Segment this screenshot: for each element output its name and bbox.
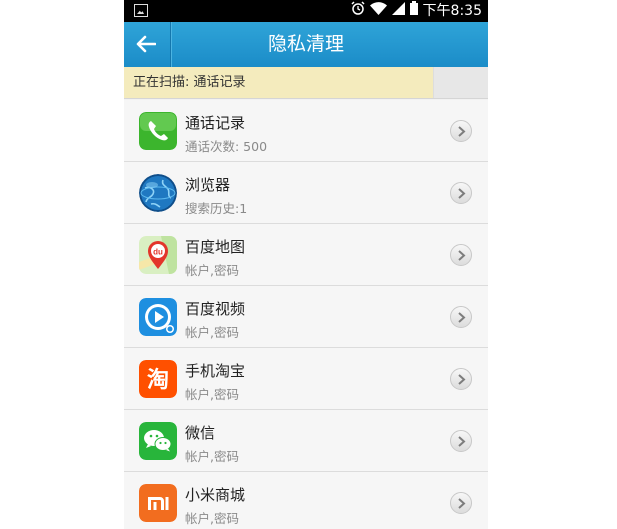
item-detail: 搜索历史:1 — [185, 201, 248, 216]
item-detail: 帐户,密码 — [185, 263, 239, 278]
browser-globe-icon — [139, 174, 177, 212]
chevron-right-icon[interactable] — [450, 492, 472, 514]
item-name: 浏览器 — [185, 176, 231, 194]
svg-text:du: du — [153, 248, 163, 257]
item-name: 手机淘宝 — [185, 362, 246, 380]
chevron-right-icon[interactable] — [450, 120, 472, 142]
status-time: 下午8:35 — [422, 3, 482, 19]
list-item[interactable]: 通话记录 通话次数: 500 — [124, 100, 488, 162]
list-item[interactable]: 小米商城 帐户,密码 — [124, 472, 488, 529]
title-bar: 隐私清理 — [124, 22, 488, 67]
list-item[interactable]: 微信 帐户,密码 — [124, 410, 488, 472]
scan-progress-bar: 正在扫描: 通话记录 — [124, 67, 488, 99]
baidu-video-icon — [139, 298, 177, 336]
wechat-icon — [139, 422, 177, 460]
item-name: 微信 — [185, 424, 216, 442]
item-name: 百度地图 — [185, 238, 246, 256]
taobao-icon: 淘 — [139, 360, 177, 398]
phone-icon — [139, 112, 177, 150]
list-item[interactable]: du 百度地图 帐户,密码 — [124, 224, 488, 286]
item-detail: 帐户,密码 — [185, 449, 239, 464]
wifi-icon — [369, 1, 387, 21]
chevron-right-icon[interactable] — [450, 182, 472, 204]
chevron-right-icon[interactable] — [450, 306, 472, 328]
item-name: 百度视频 — [185, 300, 246, 318]
list-item[interactable]: 浏览器 搜索历史:1 — [124, 162, 488, 224]
picture-icon — [134, 4, 148, 17]
chevron-right-icon[interactable] — [450, 430, 472, 452]
list-item[interactable]: 淘 手机淘宝 帐户,密码 — [124, 348, 488, 410]
chevron-right-icon[interactable] — [450, 244, 472, 266]
battery-icon — [409, 1, 418, 21]
item-detail: 通话次数: 500 — [185, 139, 268, 154]
signal-icon — [391, 1, 405, 21]
item-name: 通话记录 — [185, 114, 246, 132]
phone-screen: 下午8:35 隐私清理 正在扫描: 通话记录 通话记录 通话次数: 500 浏览 — [124, 0, 488, 529]
item-detail: 帐户,密码 — [185, 325, 239, 340]
scan-status-text: 正在扫描: 通话记录 — [133, 75, 246, 90]
svg-text:淘: 淘 — [147, 367, 169, 393]
page-title: 隐私清理 — [267, 33, 344, 55]
baidu-map-icon: du — [139, 236, 177, 274]
item-name: 小米商城 — [185, 486, 246, 504]
privacy-item-list: 通话记录 通话次数: 500 浏览器 搜索历史:1 du 百度地图 帐户,密码 … — [124, 100, 488, 529]
mi-store-icon — [139, 484, 177, 522]
item-detail: 帐户,密码 — [185, 511, 239, 526]
alarm-icon — [351, 1, 365, 21]
status-bar: 下午8:35 — [124, 0, 488, 22]
list-item[interactable]: 百度视频 帐户,密码 — [124, 286, 488, 348]
item-detail: 帐户,密码 — [185, 387, 239, 402]
chevron-right-icon[interactable] — [450, 368, 472, 390]
